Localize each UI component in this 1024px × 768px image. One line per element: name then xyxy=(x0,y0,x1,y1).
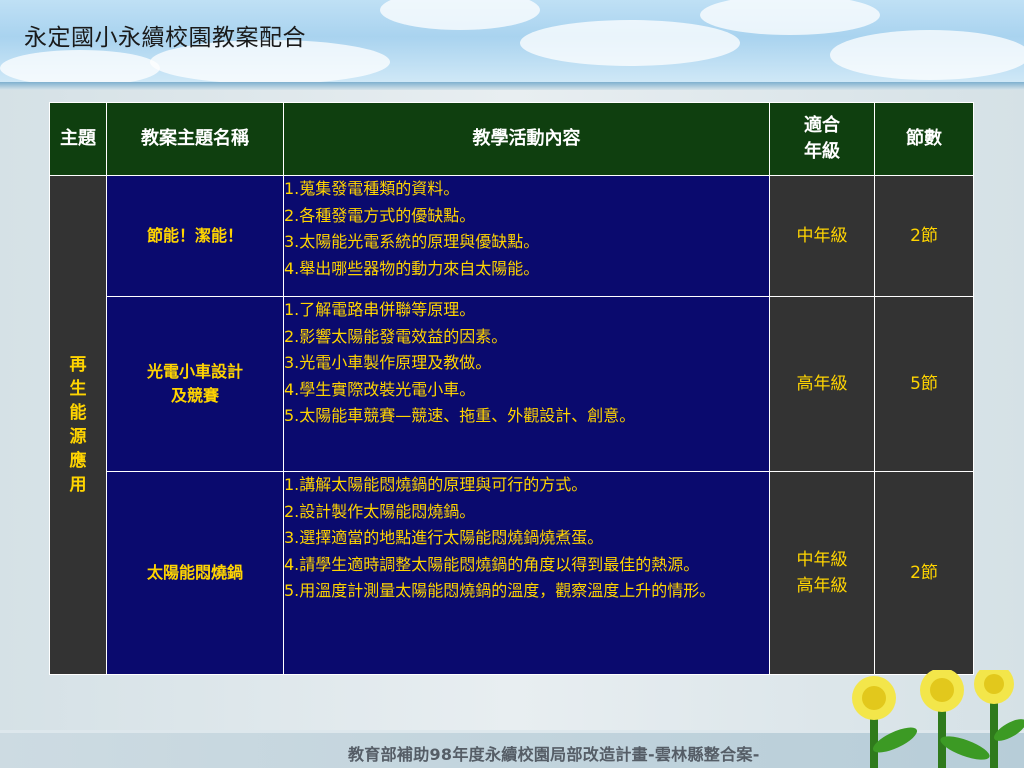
header-theme: 主題 xyxy=(49,102,107,176)
header-grade: 適合 年級 xyxy=(769,102,875,176)
theme-char: 再 xyxy=(69,355,87,375)
sessions-cell: 5節 xyxy=(874,296,974,472)
activity-item: 1.了解電路串併聯等原理。 xyxy=(284,300,476,319)
activity-item: 2.設計製作太陽能悶燒鍋。 xyxy=(284,501,476,521)
lesson-name-cell: 節能！潔能！ xyxy=(106,175,284,297)
activity-item: 2.影響太陽能發電效益的因素。 xyxy=(284,326,508,346)
table-row: 再 生 能 源 應 用 節能！潔能！ 1.蒐集發電種類的資料。 2.各種發電方式… xyxy=(49,175,974,675)
activity-item: 2.各種發電方式的優缺點。 xyxy=(284,205,476,225)
activity-item: 3.太陽能光電系統的原理與優缺點。 xyxy=(284,232,540,251)
header-grade-line1: 適合 xyxy=(804,115,840,136)
grade-cell: 中年級 xyxy=(769,175,875,297)
activity-item: 5.用溫度計測量太陽能悶燒鍋的溫度，觀察溫度上升的情形。 xyxy=(284,581,716,600)
activities-cell: 1.講解太陽能悶燒鍋的原理與可行的方式。 2.設計製作太陽能悶燒鍋。 3.選擇適… xyxy=(283,471,770,675)
banner-divider xyxy=(0,82,1024,90)
lesson-name-cell: 光電小車設計 及競賽 xyxy=(106,296,284,472)
grade-value: 高年級 xyxy=(796,374,848,394)
lesson-name: 及競賽 xyxy=(170,386,219,405)
header-lesson-name: 教案主題名稱 xyxy=(106,102,284,176)
lesson-name-cell: 太陽能悶燒鍋 xyxy=(106,471,284,675)
theme-char: 生 xyxy=(69,379,87,399)
theme-cell: 再 生 能 源 應 用 xyxy=(49,175,107,675)
activity-item: 1.講解太陽能悶燒鍋的原理與可行的方式。 xyxy=(284,475,588,494)
header-grade-line2: 年級 xyxy=(804,141,840,162)
sessions-cell: 2節 xyxy=(874,471,974,675)
lesson-name: 節能！潔能！ xyxy=(146,226,243,245)
activity-item: 4.舉出哪些器物的動力來自太陽能。 xyxy=(284,258,540,278)
footer-text: 教育部補助98年度永續校園局部改造計畫-雲林縣整合案- xyxy=(348,745,760,764)
activity-item: 4.學生實際改裝光電小車。 xyxy=(284,379,476,399)
grade-cell: 高年級 xyxy=(769,296,875,472)
lesson-name: 太陽能悶燒鍋 xyxy=(146,563,243,582)
theme-char: 應 xyxy=(69,451,87,471)
theme-char: 源 xyxy=(69,427,87,447)
sessions-cell: 2節 xyxy=(874,175,974,297)
table-row: 太陽能悶燒鍋 1.講解太陽能悶燒鍋的原理與可行的方式。 2.設計製作太陽能悶燒鍋… xyxy=(50,471,974,675)
activity-item: 1.蒐集發電種類的資料。 xyxy=(284,179,460,198)
header-activities: 教學活動內容 xyxy=(283,102,770,176)
lesson-name: 光電小車設計 xyxy=(146,362,243,381)
activities-cell: 1.蒐集發電種類的資料。 2.各種發電方式的優缺點。 3.太陽能光電系統的原理與… xyxy=(283,175,770,297)
activity-item: 3.光電小車製作原理及教做。 xyxy=(284,353,492,372)
table-header-row: 主題 教案主題名稱 教學活動內容 適合 年級 節數 xyxy=(49,102,974,176)
activity-item: 5.太陽能車競賽—競速、拖重、外觀設計、創意。 xyxy=(284,406,636,425)
slide-title: 永定國小永續校園教案配合 xyxy=(24,25,306,51)
theme-char: 用 xyxy=(69,475,87,495)
lesson-plan-table: 主題 教案主題名稱 教學活動內容 適合 年級 節數 再 生 能 源 應 用 節能… xyxy=(49,102,974,675)
activity-item: 4.請學生適時調整太陽能悶燒鍋的角度以得到最佳的熱源。 xyxy=(284,554,700,574)
header-sessions: 節數 xyxy=(874,102,974,176)
activities-cell: 1.了解電路串併聯等原理。 2.影響太陽能發電效益的因素。 3.光電小車製作原理… xyxy=(283,296,770,472)
theme-char: 能 xyxy=(69,403,87,423)
grade-cell: 中年級 高年級 xyxy=(769,471,875,675)
activity-item: 3.選擇適當的地點進行太陽能悶燒鍋燒煮蛋。 xyxy=(284,528,604,547)
grade-value: 高年級 xyxy=(796,576,848,596)
grade-value: 中年級 xyxy=(796,226,848,246)
sunflower-decoration-icon xyxy=(852,670,1024,768)
table-row: 光電小車設計 及競賽 1.了解電路串併聯等原理。 2.影響太陽能發電效益的因素。… xyxy=(50,296,974,472)
grade-value: 中年級 xyxy=(796,550,848,570)
